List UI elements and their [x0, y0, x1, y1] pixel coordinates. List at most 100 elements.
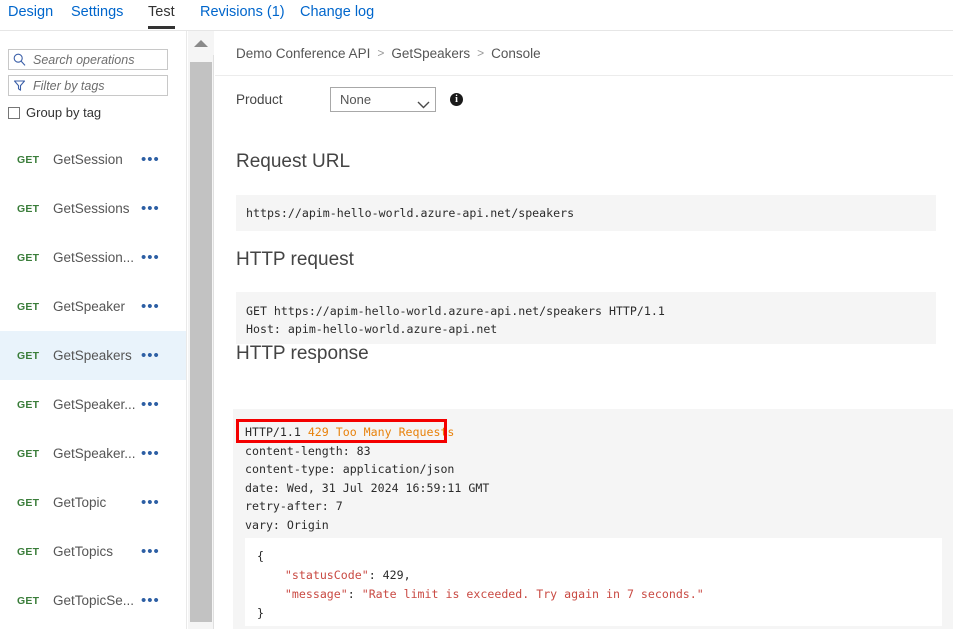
- operation-overflow-icon[interactable]: •••: [141, 598, 160, 604]
- operation-overflow-icon[interactable]: •••: [141, 304, 160, 310]
- json-key-statuscode: "statusCode": [285, 568, 369, 582]
- operation-name: GetTopicSe...: [53, 593, 134, 608]
- http-request-line-1: GET https://apim-hello-world.azure-api.n…: [246, 302, 936, 320]
- scroll-up-arrow-icon[interactable]: [188, 31, 214, 55]
- response-message-panel: HTTP/1.1 429 Too Many Requests content-l…: [233, 409, 953, 629]
- json-value-message: "Rate limit is exceeded. Try again in 7 …: [362, 587, 704, 601]
- operation-overflow-icon[interactable]: •••: [141, 255, 160, 261]
- json-close-brace: }: [257, 606, 264, 620]
- operation-overflow-icon[interactable]: •••: [141, 451, 160, 457]
- operation-name: GetSpeakers: [53, 348, 132, 363]
- http-verb-badge: GET: [17, 203, 39, 215]
- operation-overflow-icon[interactable]: •••: [141, 402, 160, 408]
- operation-name: GetSession...: [53, 250, 134, 265]
- response-header-line: date: Wed, 31 Jul 2024 16:59:11 GMT: [245, 481, 489, 495]
- json-open-brace: {: [257, 549, 264, 563]
- http-verb-badge: GET: [17, 252, 39, 264]
- operation-row-gettopicse-truncated[interactable]: GET GetTopicSe... •••: [0, 576, 186, 625]
- product-label: Product: [236, 92, 330, 107]
- http-verb-badge: GET: [17, 350, 39, 362]
- group-by-tag-label: Group by tag: [26, 105, 101, 120]
- breadcrumb-page: Console: [491, 46, 541, 61]
- tab-change-log-label: Change log: [300, 4, 374, 20]
- response-header-line: vary: Origin: [245, 518, 329, 532]
- operation-row-getsession[interactable]: GET GetSession •••: [0, 135, 186, 184]
- chevron-down-icon: [417, 96, 428, 102]
- search-operations-input[interactable]: Search operations: [8, 49, 168, 70]
- operation-row-gettopics[interactable]: GET GetTopics •••: [0, 527, 186, 576]
- scrollbar-thumb[interactable]: [190, 62, 212, 622]
- operation-row-getsession-truncated[interactable]: GET GetSession... •••: [0, 233, 186, 282]
- operation-row-getsessions[interactable]: GET GetSessions •••: [0, 184, 186, 233]
- active-tab-underline: [148, 26, 175, 29]
- json-value-statuscode: 429,: [383, 568, 411, 582]
- http-request-box: GET https://apim-hello-world.azure-api.n…: [236, 292, 936, 344]
- operation-name: GetSpeaker...: [53, 446, 136, 461]
- operation-row-getspeaker[interactable]: GET GetSpeaker •••: [0, 282, 186, 331]
- operation-name: GetSessions: [53, 201, 130, 216]
- response-header-line: content-type: application/json: [245, 462, 454, 476]
- response-headers: HTTP/1.1 429 Too Many Requests content-l…: [245, 423, 489, 534]
- http-verb-badge: GET: [17, 497, 39, 509]
- info-icon[interactable]: i: [450, 93, 463, 106]
- operations-sidebar: Search operations Filter by tags Group b…: [0, 31, 187, 629]
- http-request-heading: HTTP request: [236, 249, 354, 271]
- search-icon: [9, 53, 29, 66]
- json-key-message: "message": [285, 587, 348, 601]
- operation-overflow-icon[interactable]: •••: [141, 500, 160, 506]
- http-verb-badge: GET: [17, 154, 39, 166]
- filter-by-tags-placeholder: Filter by tags: [33, 79, 105, 93]
- breadcrumb-separator: >: [477, 46, 484, 60]
- operation-name: GetSpeaker: [53, 299, 125, 314]
- request-url-value: https://apim-hello-world.azure-api.net/s…: [246, 206, 574, 220]
- tab-test-label: Test: [148, 4, 175, 20]
- operation-overflow-icon[interactable]: •••: [141, 206, 160, 212]
- status-protocol: HTTP/1.1: [245, 425, 308, 439]
- operation-name: GetSession: [53, 152, 123, 167]
- response-body-json: { "statusCode": 429, "message": "Rate li…: [245, 538, 942, 626]
- operation-name: GetSpeaker...: [53, 397, 136, 412]
- breadcrumb-operation[interactable]: GetSpeakers: [391, 46, 470, 61]
- http-verb-badge: GET: [17, 546, 39, 558]
- sidebar-scrollbar[interactable]: [188, 31, 214, 629]
- primary-tab-bar: Design Settings Test Revisions (1) Chang…: [0, 0, 953, 31]
- product-select[interactable]: None: [330, 87, 436, 112]
- tab-revisions-label: Revisions (1): [200, 4, 285, 20]
- response-header-line: content-length: 83: [245, 444, 371, 458]
- request-url-box: https://apim-hello-world.azure-api.net/s…: [236, 195, 936, 231]
- http-verb-badge: GET: [17, 301, 39, 313]
- tab-design-label: Design: [8, 4, 53, 20]
- operation-overflow-icon[interactable]: •••: [141, 157, 160, 163]
- tab-revisions[interactable]: Revisions (1): [200, 0, 285, 31]
- tab-change-log[interactable]: Change log: [300, 0, 374, 31]
- operation-overflow-icon[interactable]: •••: [141, 353, 160, 359]
- request-url-heading: Request URL: [236, 151, 350, 173]
- tab-design[interactable]: Design: [8, 0, 53, 31]
- product-row: Product None i: [215, 77, 953, 121]
- breadcrumb-api[interactable]: Demo Conference API: [236, 46, 370, 61]
- tab-settings[interactable]: Settings: [71, 0, 123, 31]
- search-operations-placeholder: Search operations: [33, 53, 134, 67]
- operation-name: GetTopic: [53, 495, 106, 510]
- http-verb-badge: GET: [17, 595, 39, 607]
- status-code-text: 429 Too Many Requests: [308, 425, 455, 439]
- operation-name: GetTopics: [53, 544, 113, 559]
- breadcrumb-separator: >: [377, 46, 384, 60]
- operation-row-getspeakers[interactable]: GET GetSpeakers •••: [0, 331, 186, 380]
- group-by-tag-checkbox[interactable]: Group by tag: [8, 105, 101, 120]
- http-request-line-2: Host: apim-hello-world.azure-api.net: [246, 320, 936, 338]
- http-verb-badge: GET: [17, 399, 39, 411]
- operation-overflow-icon[interactable]: •••: [141, 549, 160, 555]
- filter-by-tags-input[interactable]: Filter by tags: [8, 75, 168, 96]
- operation-row-gettopic[interactable]: GET GetTopic •••: [0, 478, 186, 527]
- operation-row-getspeaker-truncated-1[interactable]: GET GetSpeaker... •••: [0, 380, 186, 429]
- breadcrumb: Demo Conference API > GetSpeakers > Cons…: [215, 31, 953, 76]
- tab-settings-label: Settings: [71, 4, 123, 20]
- operation-row-getspeaker-truncated-2[interactable]: GET GetSpeaker... •••: [0, 429, 186, 478]
- http-response-heading: HTTP response: [236, 343, 369, 365]
- group-by-tag-box: [8, 107, 20, 119]
- filter-icon: [9, 79, 29, 92]
- response-status-line: HTTP/1.1 429 Too Many Requests: [245, 423, 454, 442]
- http-verb-badge: GET: [17, 448, 39, 460]
- tab-test[interactable]: Test: [148, 0, 175, 31]
